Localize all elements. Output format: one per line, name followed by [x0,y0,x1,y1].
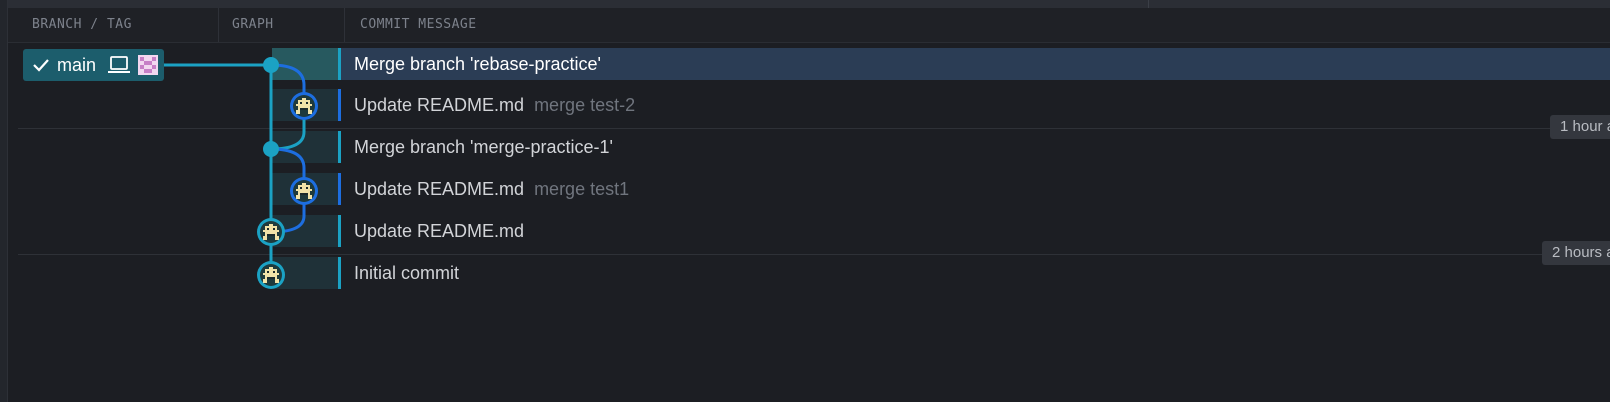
branch-name: main [57,55,97,75]
commit-graph [164,57,318,289]
branch-label-main[interactable]: main [23,49,164,81]
check-icon [33,59,49,72]
laptop-icon [108,56,130,73]
merge-commit-node [263,57,279,73]
remote-avatar-icon [138,55,158,75]
merge-commit-node [263,141,279,157]
